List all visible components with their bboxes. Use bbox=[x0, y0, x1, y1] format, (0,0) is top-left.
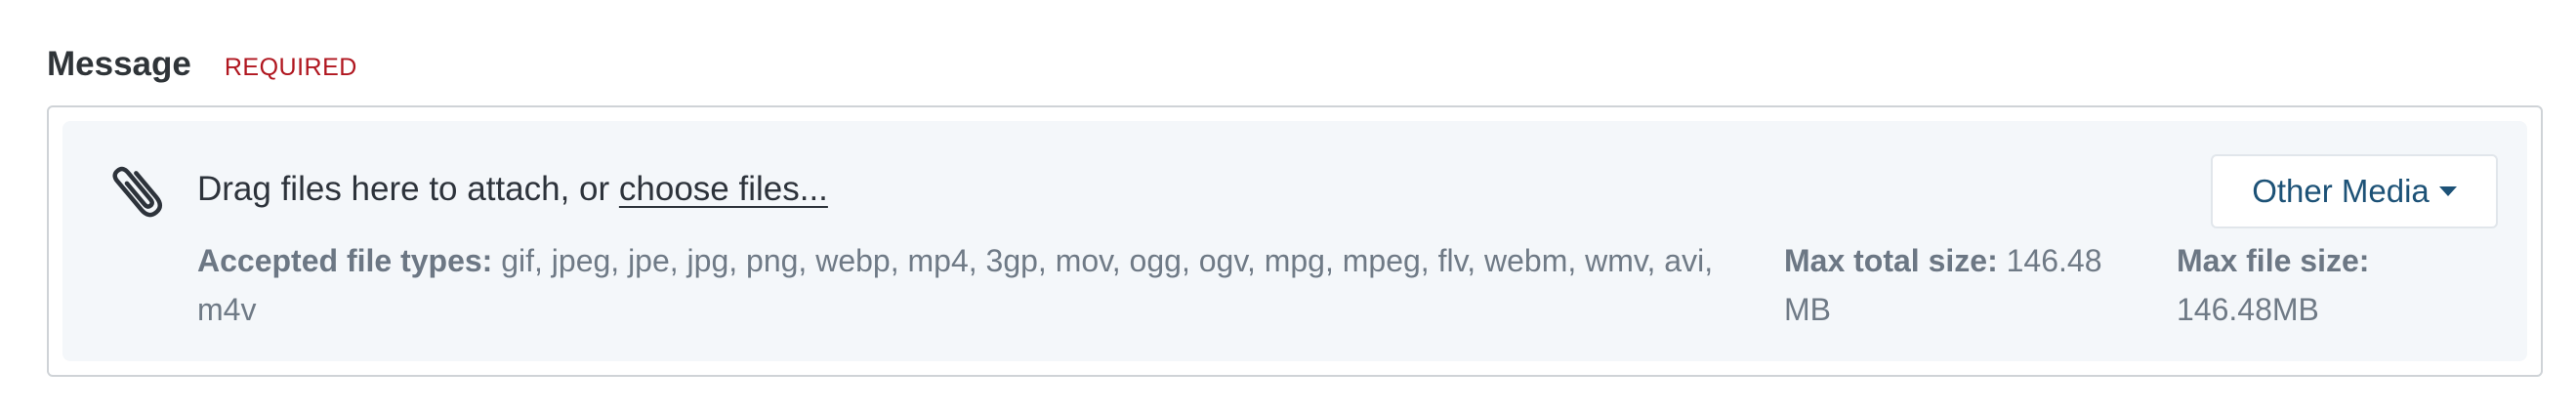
accepted-file-types: Accepted file types: gif, jpeg, jpe, jpg… bbox=[197, 236, 1740, 334]
field-title: Message bbox=[47, 45, 191, 83]
drop-text: Drag files here to attach, or bbox=[197, 170, 619, 208]
field-header: Message REQUIRED bbox=[47, 45, 357, 84]
paperclip-icon bbox=[104, 156, 174, 226]
file-drop-zone[interactable]: Drag files here to attach, or choose fil… bbox=[62, 121, 2527, 361]
other-media-button[interactable]: Other Media bbox=[2211, 154, 2498, 228]
choose-files-link[interactable]: choose files... bbox=[619, 170, 828, 208]
max-file-size-value: 146.48MB bbox=[2177, 292, 2319, 327]
max-file-size-label: Max file size: bbox=[2177, 243, 2370, 278]
drop-instructions: Drag files here to attach, or choose fil… bbox=[197, 170, 828, 209]
max-file-size: Max file size: 146.48MB bbox=[2177, 236, 2470, 334]
accepted-types-label: Accepted file types: bbox=[197, 243, 493, 278]
caret-down-icon bbox=[2438, 186, 2457, 196]
other-media-label: Other Media bbox=[2252, 173, 2430, 209]
required-badge: REQUIRED bbox=[224, 54, 357, 81]
attachment-field: Drag files here to attach, or choose fil… bbox=[47, 105, 2543, 377]
max-total-size-label: Max total size: bbox=[1784, 243, 1998, 278]
max-total-size: Max total size: 146.48 MB bbox=[1784, 236, 2155, 334]
